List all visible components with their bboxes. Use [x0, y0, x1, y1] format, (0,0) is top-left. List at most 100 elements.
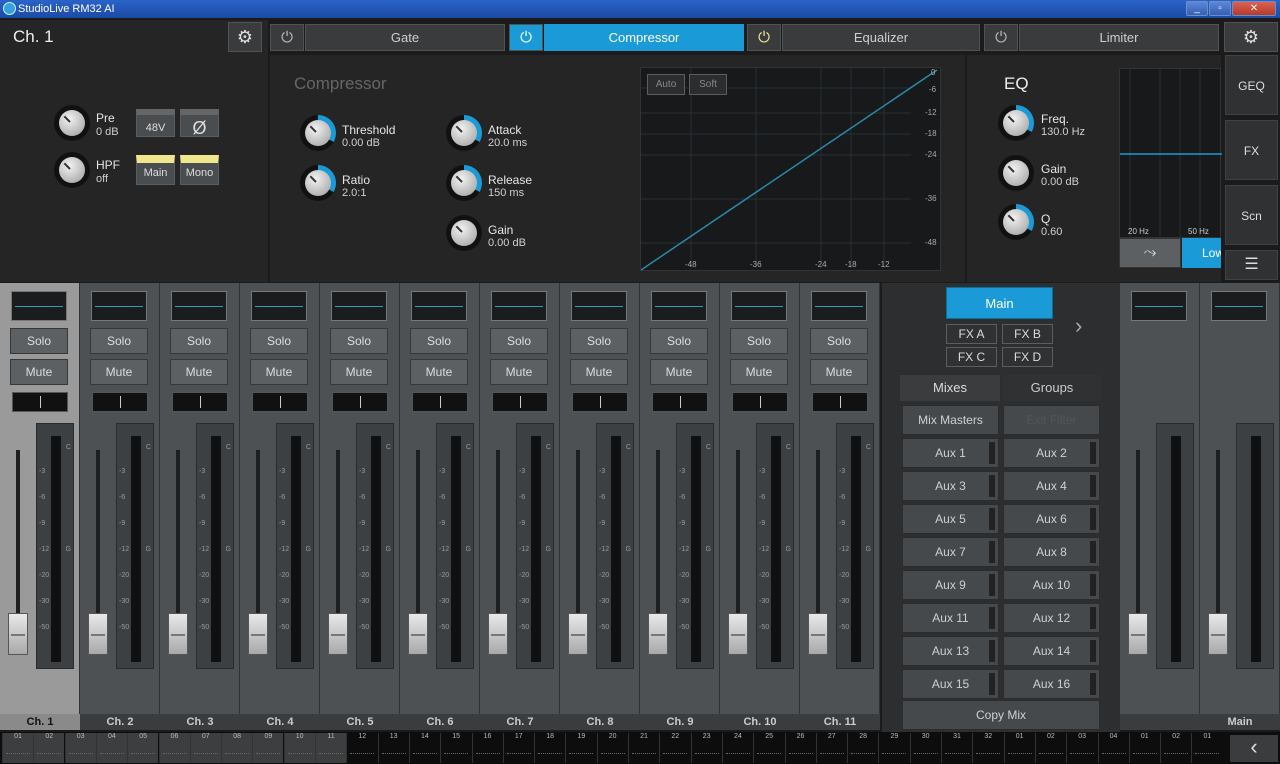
scribble-strip[interactable] — [171, 291, 227, 321]
tab-limiter[interactable]: Limiter — [1019, 24, 1219, 51]
channel-strip-name[interactable]: Ch. 6 — [400, 714, 480, 730]
mute-button[interactable]: Mute — [90, 359, 148, 385]
mute-button[interactable]: Mute — [650, 359, 708, 385]
pan-control[interactable] — [172, 392, 228, 412]
page-button[interactable]: 09 — [252, 733, 284, 763]
scribble-strip[interactable] — [571, 291, 627, 321]
pan-control[interactable] — [12, 392, 68, 412]
fx-c-button[interactable]: FX C — [946, 347, 997, 367]
mute-button[interactable]: Mute — [730, 359, 788, 385]
fader-handle[interactable] — [408, 613, 428, 655]
fader-handle[interactable] — [1128, 613, 1148, 655]
mute-button[interactable]: Mute — [810, 359, 868, 385]
solo-button[interactable]: Solo — [570, 328, 628, 354]
aux-mix-button[interactable]: Aux 2 — [1003, 438, 1100, 468]
threshold-knob[interactable] — [300, 115, 336, 151]
page-button[interactable]: 30 — [909, 733, 941, 763]
minimize-button[interactable]: _ — [1186, 1, 1208, 16]
page-button[interactable]: 19 — [565, 733, 596, 763]
eq-q-knob[interactable] — [998, 204, 1034, 240]
tab-compressor[interactable]: Compressor — [544, 24, 744, 51]
aux-mix-button[interactable]: Aux 10 — [1003, 570, 1100, 600]
mute-button[interactable]: Mute — [410, 359, 468, 385]
page-button[interactable]: 08 — [221, 733, 253, 763]
channel-strip-name[interactable]: Ch. 9 — [640, 714, 720, 730]
aux-mix-button[interactable]: Aux 6 — [1003, 504, 1100, 534]
page-button[interactable]: 02 — [33, 733, 65, 763]
fader-handle[interactable] — [248, 613, 268, 655]
page-button[interactable]: 15 — [440, 733, 471, 763]
page-button[interactable]: 26 — [784, 733, 816, 763]
low-band-button[interactable]: Low — [1182, 238, 1221, 268]
auto-button[interactable]: Auto — [647, 74, 685, 95]
fx-d-button[interactable]: FX D — [1002, 347, 1053, 367]
aux-mix-button[interactable]: Aux 1 — [902, 438, 999, 468]
aux-mix-button[interactable]: Aux 3 — [902, 471, 999, 501]
pan-control[interactable] — [572, 392, 628, 412]
mute-button[interactable]: Mute — [250, 359, 308, 385]
page-button[interactable]: 17 — [502, 733, 534, 763]
copy-mix-button[interactable]: Copy Mix — [902, 700, 1100, 730]
gate-power-icon[interactable]: ⏻ — [270, 24, 304, 51]
solo-button[interactable]: Solo — [810, 328, 868, 354]
page-button[interactable]: 01 — [2, 733, 33, 763]
maximize-button[interactable]: ▫ — [1209, 1, 1231, 16]
page-button[interactable]: 22 — [659, 733, 690, 763]
phantom-48v-button[interactable]: 48V — [136, 109, 175, 137]
page-button[interactable]: 01 — [1191, 733, 1222, 763]
scribble-strip[interactable] — [331, 291, 387, 321]
main-assign-button[interactable]: Main — [136, 155, 175, 185]
page-button[interactable]: 25 — [753, 733, 784, 763]
pan-control[interactable] — [412, 392, 468, 412]
mix-masters-button[interactable]: Mix Masters — [902, 405, 999, 435]
page-button[interactable]: 03 — [64, 733, 96, 763]
tab-groups[interactable]: Groups — [1003, 375, 1101, 401]
aux-mix-button[interactable]: Aux 8 — [1003, 537, 1100, 567]
scn-button[interactable]: Scn — [1225, 185, 1278, 245]
channel-strip-name[interactable]: Ch. 11 — [800, 714, 880, 730]
fader-handle[interactable] — [728, 613, 748, 655]
solo-button[interactable]: Solo — [10, 328, 68, 354]
pan-control[interactable] — [92, 392, 148, 412]
aux-mix-button[interactable]: Aux 4 — [1003, 471, 1100, 501]
tab-gate[interactable]: Gate — [305, 24, 505, 51]
page-button[interactable]: 28 — [847, 733, 878, 763]
pan-control[interactable] — [652, 392, 708, 412]
fader-handle[interactable] — [88, 613, 108, 655]
page-button[interactable]: 04 — [95, 733, 127, 763]
lowcut-shape-icon[interactable]: ⤳ — [1119, 238, 1181, 268]
pan-control[interactable] — [332, 392, 388, 412]
pan-control[interactable] — [732, 392, 788, 412]
fx-button[interactable]: FX — [1225, 120, 1278, 180]
page-button[interactable]: 11 — [315, 733, 346, 763]
page-button[interactable]: 02 — [1034, 733, 1066, 763]
compressor-power-icon[interactable]: ⏻ — [509, 24, 543, 51]
solo-button[interactable]: Solo — [650, 328, 708, 354]
solo-button[interactable]: Solo — [490, 328, 548, 354]
page-button[interactable]: 05 — [127, 733, 159, 763]
page-button[interactable]: 01 — [1128, 733, 1160, 763]
scribble-strip[interactable] — [811, 291, 867, 321]
page-button[interactable]: 23 — [690, 733, 722, 763]
page-button[interactable]: 04 — [1097, 733, 1129, 763]
fader-handle[interactable] — [1208, 613, 1228, 655]
comp-gain-knob[interactable] — [446, 215, 482, 251]
page-button[interactable]: 07 — [189, 733, 221, 763]
scribble-strip[interactable] — [731, 291, 787, 321]
exit-filter-button[interactable]: Exit Filter — [1003, 405, 1100, 435]
pre-gain-knob[interactable] — [54, 105, 90, 141]
page-button[interactable]: 10 — [283, 733, 315, 763]
fx-b-button[interactable]: FX B — [1002, 324, 1053, 344]
fader-handle[interactable] — [328, 613, 348, 655]
page-button[interactable]: 12 — [346, 733, 377, 763]
fx-a-button[interactable]: FX A — [946, 324, 997, 344]
channel-strip-name[interactable]: Ch. 4 — [240, 714, 320, 730]
channel-strip-name[interactable]: Ch. 5 — [320, 714, 400, 730]
fader-handle[interactable] — [168, 613, 188, 655]
pan-control[interactable] — [812, 392, 868, 412]
phase-invert-button[interactable]: Ø — [180, 109, 219, 138]
fader-handle[interactable] — [808, 613, 828, 655]
aux-mix-button[interactable]: Aux 14 — [1003, 636, 1100, 666]
page-button[interactable]: 02 — [1160, 733, 1191, 763]
aux-mix-button[interactable]: Aux 13 — [902, 636, 999, 666]
